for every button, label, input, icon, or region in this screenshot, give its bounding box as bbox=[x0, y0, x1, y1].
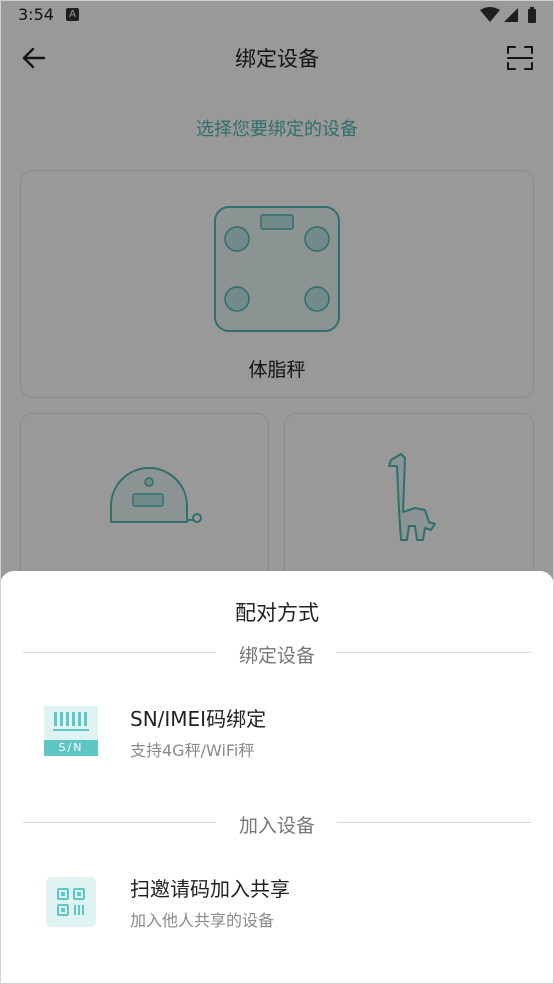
sn-imei-option-title: SN/IMEI码绑定 bbox=[130, 707, 267, 731]
divider bbox=[337, 652, 531, 653]
sn-label: S/N bbox=[44, 740, 98, 756]
sheet-title: 配对方式 bbox=[235, 601, 319, 625]
divider bbox=[337, 822, 531, 823]
scan-invite-code-option[interactable]: 扫邀请码加入共享 加入他人共享的设备 bbox=[0, 853, 554, 953]
sn-barcode-icon: S/N bbox=[44, 706, 98, 756]
invite-option-subtitle: 加入他人共享的设备 bbox=[130, 911, 275, 930]
qr-code-icon bbox=[46, 877, 96, 927]
section-label-bind: 绑定设备 bbox=[238, 645, 315, 667]
sn-imei-bind-option[interactable]: S/N SN/IMEI码绑定 支持4G秤/WiFi秤 bbox=[0, 683, 554, 783]
pairing-method-sheet: 配对方式 绑定设备 S/N SN/IMEI码绑定 支持4G秤/WiFi秤 加入设… bbox=[0, 571, 554, 984]
invite-option-title: 扫邀请码加入共享 bbox=[130, 877, 290, 901]
sn-imei-option-subtitle: 支持4G秤/WiFi秤 bbox=[130, 741, 255, 760]
section-label-join: 加入设备 bbox=[238, 815, 315, 837]
